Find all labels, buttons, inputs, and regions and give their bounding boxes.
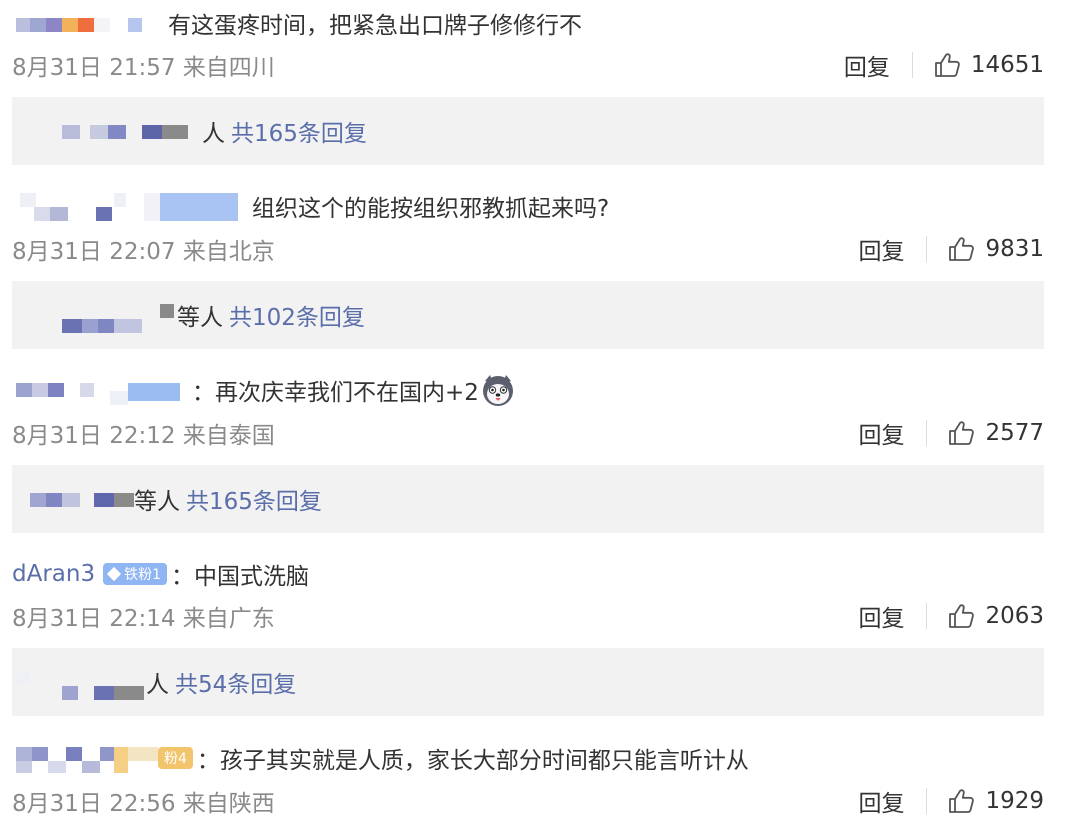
like-button[interactable]: 1929 <box>947 787 1044 815</box>
reply-users-label: 人 <box>146 672 169 698</box>
fan-badge[interactable]: 粉4 <box>158 747 193 769</box>
like-count: 14651 <box>970 52 1044 78</box>
like-count: 9831 <box>985 236 1044 262</box>
like-count: 1929 <box>985 788 1044 814</box>
reply-summary[interactable]: 人 共165条回复 <box>12 97 1044 165</box>
blurred-username[interactable] <box>12 8 168 38</box>
reply-summary[interactable]: 人 共54条回复 <box>12 648 1044 716</box>
blurred-username[interactable] <box>12 191 252 221</box>
thumbs-up-icon <box>933 51 961 79</box>
reply-summary[interactable]: 等人 共102条回复 <box>12 281 1044 349</box>
badge-label: 铁粉1 <box>124 567 162 583</box>
reply-users-label: 人 <box>202 121 225 147</box>
like-count: 2577 <box>985 420 1044 446</box>
thumbs-up-icon <box>947 419 975 447</box>
comment-time: 8月31日 22:14 来自广东 <box>12 606 275 632</box>
comment-time: 8月31日 21:57 来自四川 <box>12 55 275 81</box>
thumbs-up-icon <box>947 235 975 263</box>
reply-button[interactable]: 回复 <box>858 784 904 818</box>
reply-users-label: 等人 <box>177 305 223 331</box>
comment-text: 组织这个的能按组织邪教抓起来吗? <box>252 196 610 222</box>
blurred-usernames <box>12 484 134 514</box>
reply-button[interactable]: 回复 <box>844 48 890 82</box>
divider <box>911 52 913 78</box>
reply-button[interactable]: 回复 <box>858 416 904 450</box>
divider <box>926 236 928 262</box>
like-button[interactable]: 2063 <box>947 602 1044 630</box>
thumbs-up-icon <box>947 602 975 630</box>
reply-count-link[interactable]: 共102条回复 <box>229 298 365 332</box>
husky-emoji <box>482 375 513 406</box>
reply-button[interactable]: 回复 <box>858 599 904 633</box>
divider <box>926 420 928 446</box>
username-link[interactable]: dAran3 <box>12 561 95 587</box>
comment-list: 有这蛋疼时间，把紧急出口牌子修修行不 8月31日 21:57 来自四川 回复 1… <box>0 0 1080 823</box>
comment-text: ：再次庆幸我们不在国内+2 <box>192 380 479 406</box>
divider <box>926 603 928 629</box>
comment-time: 8月31日 22:56 来自陕西 <box>12 791 275 817</box>
comment-time: 8月31日 22:12 来自泰国 <box>12 423 275 449</box>
comment-text: ：中国式洗脑 <box>171 564 310 590</box>
like-count: 2063 <box>985 603 1044 629</box>
reply-users-label: 等人 <box>134 489 180 515</box>
badge-label: 粉4 <box>164 751 187 767</box>
like-button[interactable]: 9831 <box>947 235 1044 263</box>
reply-count-link[interactable]: 共165条回复 <box>231 114 367 148</box>
like-button[interactable]: 2577 <box>947 419 1044 447</box>
blurred-username[interactable] <box>12 375 192 405</box>
thumbs-up-icon <box>947 787 975 815</box>
comment-text: ：孩子其实就是人质，家长大部分时间都只能言听计从 <box>196 748 749 774</box>
blurred-usernames <box>12 667 146 700</box>
divider <box>926 788 928 814</box>
blurred-usernames <box>12 300 177 333</box>
reply-button[interactable]: 回复 <box>858 232 904 266</box>
reply-count-link[interactable]: 共165条回复 <box>186 482 322 516</box>
comment-text: 有这蛋疼时间，把紧急出口牌子修修行不 <box>168 13 582 39</box>
reply-count-link[interactable]: 共54条回复 <box>175 665 296 699</box>
blurred-usernames <box>12 116 202 146</box>
like-button[interactable]: 14651 <box>933 51 1044 79</box>
diamond-icon <box>107 566 122 582</box>
fan-badge[interactable]: 铁粉1 <box>103 563 168 585</box>
reply-summary[interactable]: 等人 共165条回复 <box>12 465 1044 533</box>
blurred-username[interactable] <box>12 743 158 773</box>
comment-time: 8月31日 22:07 来自北京 <box>12 239 275 265</box>
